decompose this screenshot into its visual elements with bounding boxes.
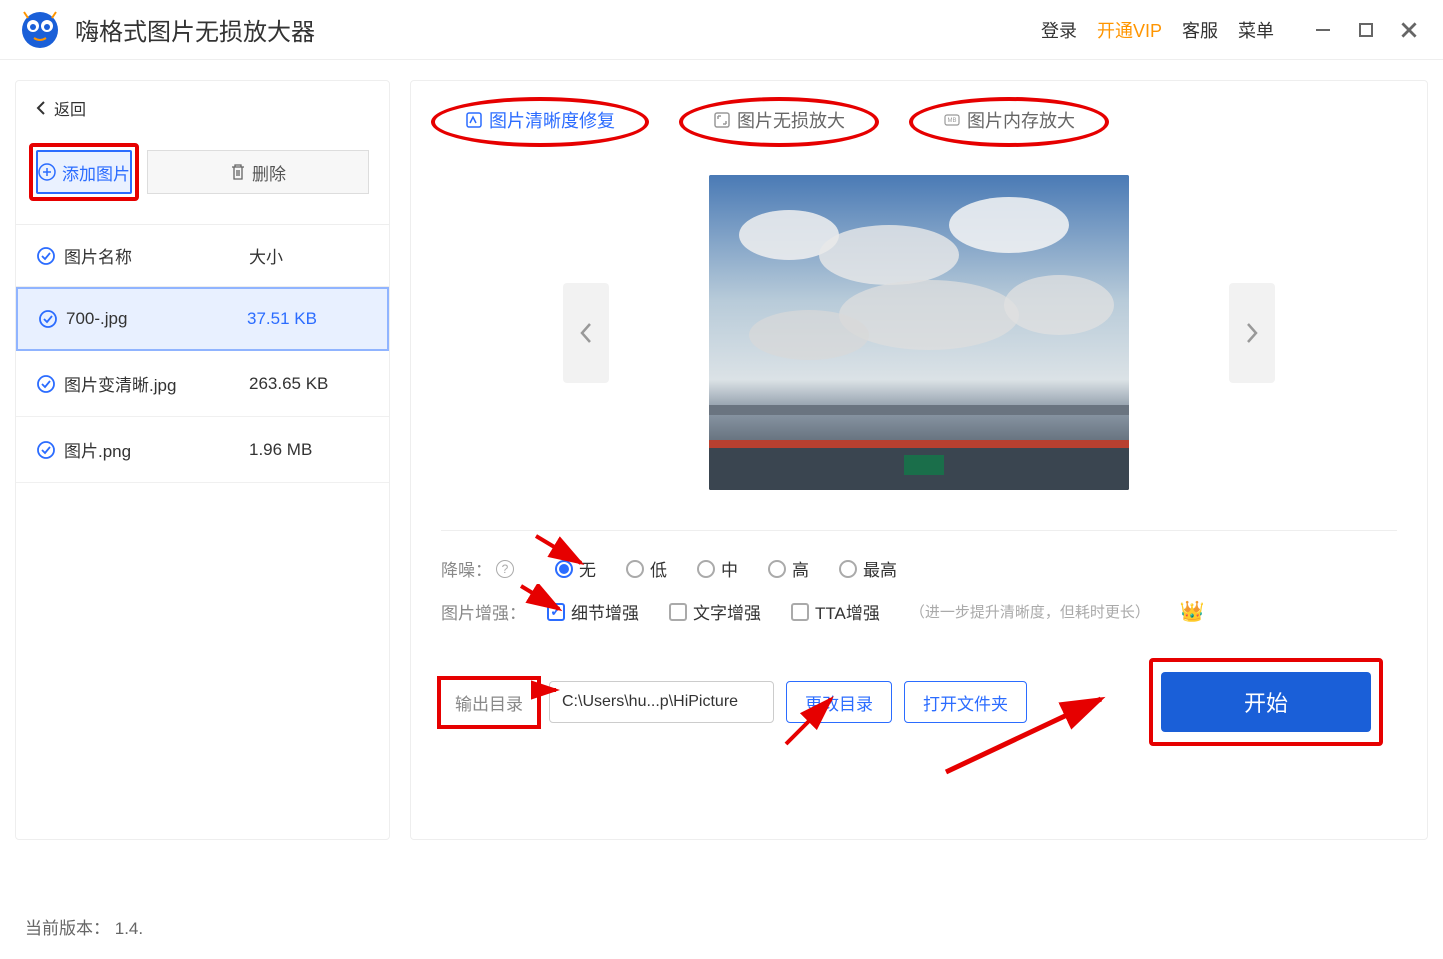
annotation-box: 输出目录: [437, 676, 541, 729]
file-size: 263.65 KB: [249, 374, 369, 394]
version-value: 1.4.: [115, 919, 143, 938]
tab-memory[interactable]: MB 图片内存放大: [933, 103, 1085, 137]
support-link[interactable]: 客服: [1182, 17, 1218, 43]
version-label: 当前版本：: [25, 919, 110, 938]
delete-button[interactable]: 删除: [147, 150, 369, 194]
add-image-button[interactable]: 添加图片: [36, 150, 132, 194]
clarity-icon: [465, 111, 483, 129]
annotation-box: 添加图片: [29, 143, 139, 201]
annotation-box: 开始: [1149, 658, 1383, 746]
check-circle-icon: [36, 440, 56, 460]
check-circle-icon: [36, 246, 56, 266]
chevron-right-icon: [1245, 321, 1259, 345]
file-panel: 返回 添加图片 删除 图片名称 大小 7: [15, 80, 390, 840]
open-folder-button[interactable]: 打开文件夹: [904, 681, 1027, 723]
radio-highest[interactable]: 最高: [839, 556, 897, 581]
enhance-hint: （进一步提升清晰度，但耗时更长）: [910, 601, 1150, 622]
app-title: 嗨格式图片无损放大器: [75, 12, 1041, 47]
noise-radio-group: 无 低 中 高 最高: [555, 556, 897, 581]
back-button[interactable]: 返回: [16, 81, 389, 135]
enhance-option-row: 图片增强： 细节增强 文字增强 TTA增强 （进一步提升清晰度，但耗时更长） 👑: [441, 599, 1397, 624]
menu-link[interactable]: 菜单: [1238, 17, 1274, 43]
check-circle-icon: [38, 309, 58, 329]
mb-icon: MB: [943, 111, 961, 129]
tabs: 图片清晰度修复 图片无损放大 MB 图片内存放大: [441, 96, 1397, 155]
checkbox-detail[interactable]: 细节增强: [547, 599, 639, 624]
file-row[interactable]: 图片.png 1.96 MB: [16, 417, 389, 483]
titlebar: 嗨格式图片无损放大器 登录 开通VIP 客服 菜单: [0, 0, 1443, 60]
annotation-ellipse: MB 图片内存放大: [909, 97, 1109, 147]
maximize-button[interactable]: [1352, 16, 1380, 44]
enhance-checkbox-group: 细节增强 文字增强 TTA增强 （进一步提升清晰度，但耗时更长） 👑: [547, 599, 1205, 624]
file-list-header: 图片名称 大小: [16, 224, 389, 287]
radio-mid[interactable]: 中: [697, 556, 738, 581]
divider: [441, 530, 1397, 531]
col-size-label: 大小: [249, 243, 369, 268]
file-size: 1.96 MB: [249, 440, 369, 460]
image-preview: [709, 175, 1129, 490]
checkbox-text[interactable]: 文字增强: [669, 599, 761, 624]
close-button[interactable]: [1395, 16, 1423, 44]
tab-memory-label: 图片内存放大: [967, 107, 1075, 133]
app-logo-icon: [20, 10, 60, 50]
radio-none[interactable]: 无: [555, 556, 596, 581]
output-label: 输出目录: [449, 691, 529, 718]
plus-circle-icon: [38, 163, 56, 181]
radio-high[interactable]: 高: [768, 556, 809, 581]
noise-label: 降噪： ?: [441, 556, 514, 581]
check-circle-icon: [36, 374, 56, 394]
file-name: 图片.png: [64, 437, 131, 462]
checkbox-tta[interactable]: TTA增强: [791, 599, 880, 624]
preview-area: [441, 175, 1397, 490]
delete-label: 删除: [252, 160, 286, 185]
enhance-label: 图片增强：: [441, 599, 526, 624]
file-name: 图片变清晰.jpg: [64, 371, 176, 396]
editor-panel: 图片清晰度修复 图片无损放大 MB 图片内存放大: [410, 80, 1428, 840]
radio-low[interactable]: 低: [626, 556, 667, 581]
trash-icon: [230, 163, 246, 181]
crown-icon: 👑: [1180, 599, 1205, 624]
change-dir-button[interactable]: 更改目录: [786, 681, 892, 723]
file-row[interactable]: 700-.jpg 37.51 KB: [16, 287, 389, 351]
start-button[interactable]: 开始: [1161, 672, 1371, 732]
help-icon[interactable]: ?: [496, 560, 514, 578]
login-link[interactable]: 登录: [1041, 17, 1077, 43]
noise-option-row: 降噪： ? 无 低 中 高 最高: [441, 556, 1397, 581]
version-footer: 当前版本： 1.4.: [25, 914, 143, 939]
annotation-ellipse: 图片清晰度修复: [431, 97, 649, 147]
file-name: 700-.jpg: [66, 309, 127, 329]
col-name-label: 图片名称: [64, 243, 132, 268]
main-area: 返回 添加图片 删除 图片名称 大小 7: [0, 60, 1443, 840]
titlebar-right: 登录 开通VIP 客服 菜单: [1041, 16, 1423, 44]
tab-lossless-label: 图片无损放大: [737, 107, 845, 133]
back-label: 返回: [54, 96, 86, 120]
tab-clarity-label: 图片清晰度修复: [489, 107, 615, 133]
tab-lossless[interactable]: 图片无损放大: [703, 103, 855, 137]
prev-button[interactable]: [563, 283, 609, 383]
tab-clarity[interactable]: 图片清晰度修复: [455, 103, 625, 137]
svg-text:MB: MB: [948, 118, 957, 124]
file-size: 37.51 KB: [247, 309, 367, 329]
next-button[interactable]: [1229, 283, 1275, 383]
chevron-left-icon: [579, 321, 593, 345]
window-controls: [1309, 16, 1423, 44]
output-row: 输出目录 C:\Users\hu...p\HiPicture 更改目录 打开文件…: [441, 672, 1397, 732]
minimize-button[interactable]: [1309, 16, 1337, 44]
add-image-label: 添加图片: [62, 160, 130, 185]
annotation-ellipse: 图片无损放大: [679, 97, 879, 147]
output-path-field[interactable]: C:\Users\hu...p\HiPicture: [549, 681, 774, 723]
expand-icon: [713, 111, 731, 129]
vip-link[interactable]: 开通VIP: [1097, 17, 1162, 43]
file-row[interactable]: 图片变清晰.jpg 263.65 KB: [16, 351, 389, 417]
